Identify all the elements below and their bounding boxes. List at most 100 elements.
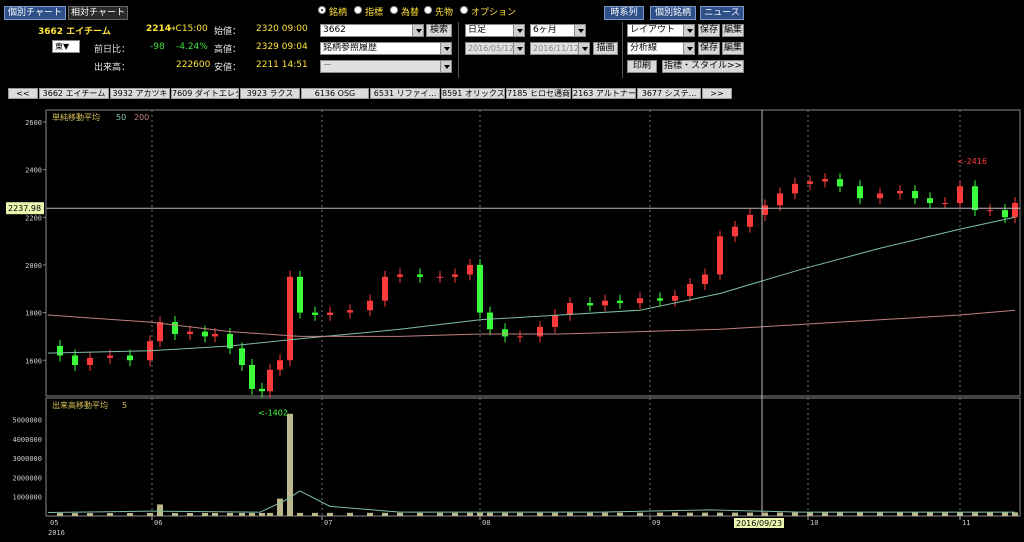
history-select-value: 銘柄参照履歴 bbox=[323, 43, 378, 53]
price-tick-label: 2600 bbox=[25, 119, 42, 127]
symbol-tab[interactable]: 3677 システ... bbox=[637, 88, 701, 99]
volume-bar bbox=[57, 513, 63, 516]
analysis-save-button[interactable]: 保存 bbox=[698, 42, 720, 55]
candle-body bbox=[202, 331, 208, 337]
volume-bar bbox=[1012, 512, 1018, 516]
print-button[interactable]: 印刷 bbox=[627, 60, 657, 73]
volume-bar bbox=[877, 512, 883, 516]
candle-body bbox=[57, 345, 63, 356]
top-button-individual[interactable]: 個別銘柄 bbox=[650, 6, 696, 20]
period-range-select[interactable]: 6ヶ月 bbox=[530, 24, 586, 37]
stock-price-time: →C15:00 bbox=[168, 24, 208, 34]
low-label: 安値： bbox=[214, 63, 242, 73]
market-select[interactable]: 東▼ bbox=[52, 40, 80, 53]
tab-next-button[interactable]: >> bbox=[702, 88, 732, 99]
symbol-tab[interactable]: 3923 ラクス bbox=[240, 88, 300, 99]
volume-bar bbox=[777, 512, 783, 516]
radio-index[interactable] bbox=[354, 6, 362, 14]
candle-body bbox=[732, 226, 738, 237]
month-label: 05 bbox=[50, 519, 58, 527]
radio-stock[interactable] bbox=[318, 6, 326, 14]
candle-body bbox=[1012, 202, 1018, 218]
symbol-tab[interactable]: 2163 アルトナー bbox=[572, 88, 636, 99]
radio-fx[interactable] bbox=[390, 6, 398, 14]
layout-save-button[interactable]: 保存 bbox=[698, 24, 720, 37]
volume-bar bbox=[297, 512, 303, 516]
candle-body bbox=[912, 191, 918, 199]
volume-value: 222600 bbox=[176, 60, 211, 70]
chart-tab-individual[interactable]: 個別チャート bbox=[4, 6, 66, 20]
candle-body bbox=[347, 310, 353, 313]
vol-ma-label: 出来高移動平均 bbox=[52, 400, 108, 410]
symbol-input[interactable]: 3662 bbox=[320, 24, 424, 37]
candle-body bbox=[777, 193, 783, 206]
volume-bar bbox=[227, 512, 233, 516]
volume-bar bbox=[187, 512, 193, 516]
date-to[interactable]: 2016/11/12 bbox=[530, 42, 590, 55]
candle-body bbox=[452, 274, 458, 277]
price-tick-label: 2200 bbox=[25, 214, 42, 222]
candle-body bbox=[249, 365, 255, 389]
volume-bar bbox=[502, 512, 508, 516]
volume-bar bbox=[672, 512, 678, 516]
volume-bar bbox=[567, 512, 573, 516]
date-to-value: 2016/11/12 bbox=[533, 44, 580, 53]
draw-button[interactable]: 描画 bbox=[593, 42, 618, 55]
symbol-tab[interactable]: 6136 OSG bbox=[301, 88, 369, 99]
analysis-select[interactable]: 分析線 bbox=[627, 42, 695, 55]
candle-body bbox=[702, 274, 708, 284]
symbol-tab[interactable]: 3932 アカツキ bbox=[110, 88, 170, 99]
layout-select[interactable]: レイアウト bbox=[627, 24, 695, 37]
volume-bar bbox=[822, 512, 828, 516]
top-button-news[interactable]: ニュース bbox=[700, 6, 744, 20]
radio-futures[interactable] bbox=[424, 6, 432, 14]
volume-bar bbox=[717, 512, 723, 516]
history-select[interactable]: 銘柄参照履歴 bbox=[320, 42, 452, 55]
month-label: 06 bbox=[154, 519, 162, 527]
volume-tick-label: 5000000 bbox=[12, 417, 42, 425]
candle-body bbox=[837, 179, 843, 187]
volume-bar bbox=[687, 512, 693, 516]
candle-body bbox=[637, 298, 643, 304]
candle-body bbox=[172, 322, 178, 335]
last-price-label: 2237.98 bbox=[8, 204, 41, 213]
candle-body bbox=[267, 369, 273, 392]
volume-bar bbox=[792, 512, 798, 516]
style-button[interactable]: 指標・スタイル>> bbox=[662, 60, 744, 73]
search-button[interactable]: 検索 bbox=[426, 24, 452, 37]
volume-tick-label: 4000000 bbox=[12, 436, 42, 444]
candle-body bbox=[537, 326, 543, 337]
tab-prev-button[interactable]: << bbox=[8, 88, 38, 99]
symbol-tab[interactable]: 7185 ヒロセ通商 bbox=[506, 88, 571, 99]
date-from[interactable]: 2016/05/12 bbox=[465, 42, 525, 55]
radio-option[interactable] bbox=[460, 6, 468, 14]
volume-bar bbox=[397, 512, 403, 516]
chart-tab-relative[interactable]: 相対チャート bbox=[68, 6, 128, 20]
min-annotation: <-1402 bbox=[258, 408, 288, 417]
volume-bar bbox=[172, 512, 178, 516]
symbol-tab[interactable]: 7609 ダイトエレク bbox=[171, 88, 239, 99]
volume-bar bbox=[127, 513, 133, 516]
low-value: 2211 14:51 bbox=[256, 60, 308, 70]
price-tick-label: 2000 bbox=[25, 262, 42, 270]
vol-ma-period: 5 bbox=[122, 401, 127, 410]
candle-body bbox=[467, 264, 473, 275]
price-chart[interactable]: 2600 2400 2200 2000 1800 1600 05 06 07 08 09 10 11 20… bbox=[0, 106, 1024, 542]
symbol-tab[interactable]: 6531 リファイ... bbox=[370, 88, 440, 99]
symbol-tab[interactable]: 8591 オリックス bbox=[441, 88, 505, 99]
volume-bar bbox=[957, 512, 963, 516]
candle-body bbox=[897, 191, 903, 194]
layout-edit-button[interactable]: 編集 bbox=[722, 24, 744, 37]
volume-bar bbox=[312, 512, 318, 516]
period-unit-select[interactable]: 日足 bbox=[465, 24, 525, 37]
third-select[interactable]: ー bbox=[320, 60, 452, 73]
price-tick-label: 2400 bbox=[25, 167, 42, 175]
third-select-value: ー bbox=[323, 61, 333, 71]
price-panel-frame bbox=[45, 109, 1021, 397]
volume-bar bbox=[87, 513, 93, 516]
year-label: 2016 bbox=[48, 529, 65, 537]
analysis-edit-button[interactable]: 編集 bbox=[722, 42, 744, 55]
candle-body bbox=[239, 348, 245, 366]
top-button-timeseries[interactable]: 時系列 bbox=[604, 6, 644, 20]
symbol-tab[interactable]: 3662 エイチーム bbox=[39, 88, 109, 99]
